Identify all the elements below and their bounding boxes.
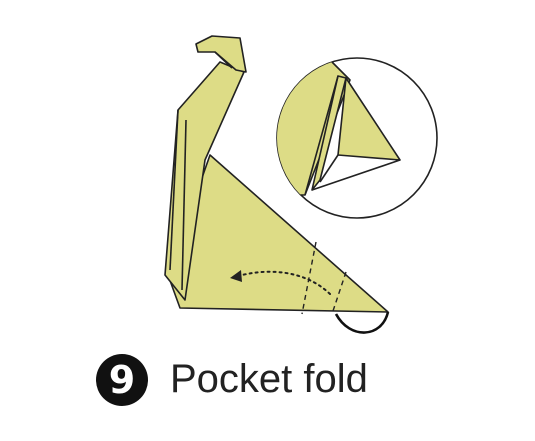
tail-fold-arc bbox=[334, 311, 390, 334]
step-caption: Pocket fold bbox=[170, 357, 368, 401]
step-number: 9 bbox=[108, 358, 136, 402]
step-number-badge: 9 bbox=[96, 354, 148, 406]
zoom-detail-circle-icon bbox=[276, 57, 438, 219]
